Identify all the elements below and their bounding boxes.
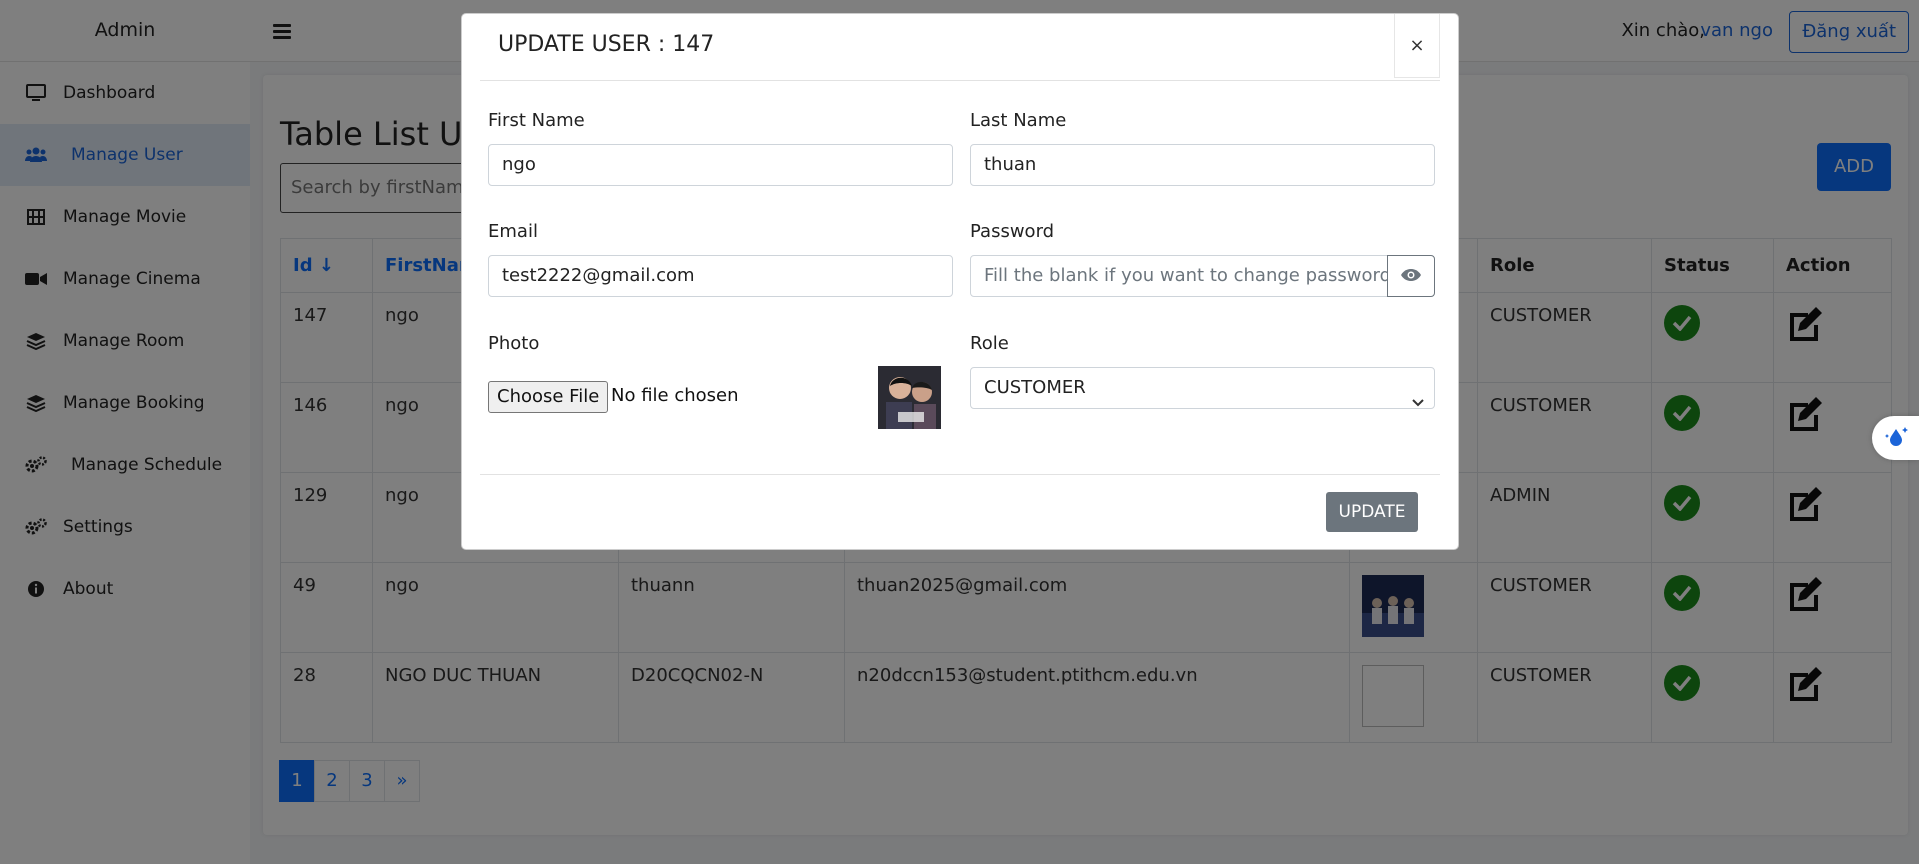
choose-file-button[interactable]: Choose File (488, 381, 609, 413)
photo-label: Photo (488, 333, 540, 354)
chevron-down-icon (1412, 382, 1424, 408)
update-user-modal: UPDATE USER : 147 × First Name ngo Last … (461, 13, 1459, 550)
role-selected-value: CUSTOMER (984, 377, 1086, 398)
password-field[interactable]: Fill the blank if you want to change pas… (970, 255, 1388, 297)
password-label: Password (970, 221, 1055, 242)
first-name-field[interactable]: ngo (488, 144, 953, 186)
current-photo-thumbnail (878, 366, 941, 429)
droplet-sparkle-icon (1883, 425, 1909, 451)
eye-icon (1400, 267, 1422, 286)
last-name-field[interactable]: thuan (970, 144, 1435, 186)
role-label: Role (970, 333, 1009, 354)
email-label: Email (488, 221, 538, 242)
first-name-label: First Name (488, 110, 585, 131)
modal-title: UPDATE USER : 147 (498, 32, 715, 57)
modal-footer-divider (480, 474, 1440, 475)
show-password-button[interactable] (1387, 255, 1435, 297)
floating-widget-button[interactable] (1872, 416, 1919, 460)
email-field[interactable]: test2222@gmail.com (488, 255, 953, 297)
modal-header-divider (480, 80, 1440, 81)
update-button[interactable]: UPDATE (1326, 492, 1418, 532)
no-file-text: No file chosen (611, 385, 739, 406)
role-select[interactable]: CUSTOMER (970, 367, 1435, 409)
close-button[interactable]: × (1394, 14, 1440, 78)
last-name-label: Last Name (970, 110, 1067, 131)
